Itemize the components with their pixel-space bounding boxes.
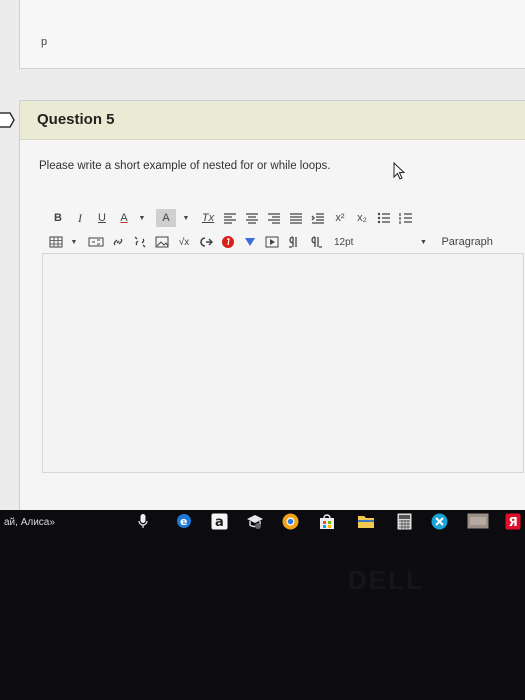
dell-logo: DELL	[348, 565, 424, 595]
align-left-icon[interactable]	[222, 209, 238, 227]
amazon-icon[interactable]: a	[211, 513, 228, 530]
media-dropdown-icon[interactable]	[242, 233, 258, 251]
edge-browser-icon[interactable]: e	[176, 513, 192, 529]
chrome-icon[interactable]	[282, 513, 299, 530]
table-icon[interactable]	[48, 233, 64, 251]
yandex-icon[interactable]: Я	[505, 513, 521, 530]
svg-text:e: e	[180, 515, 187, 528]
previous-answer-text: p	[41, 36, 48, 48]
align-center-icon[interactable]	[244, 209, 260, 227]
answer-editor[interactable]	[42, 253, 524, 473]
image-icon[interactable]	[154, 233, 170, 251]
question-header: Question 5	[20, 101, 525, 140]
taskbar-search-text[interactable]: ай, Алиса»	[4, 517, 55, 528]
mouse-pointer-icon	[393, 162, 406, 180]
sqrt-icon[interactable]: √x	[176, 233, 192, 251]
block-format-select[interactable]: Paragraph	[441, 233, 492, 251]
svg-text:Я: Я	[509, 515, 518, 529]
font-color-dropdown-icon[interactable]: ▼	[134, 209, 150, 227]
underline-button[interactable]: U	[94, 209, 110, 227]
bullet-list-icon[interactable]	[376, 209, 392, 227]
font-color-button[interactable]: A	[116, 209, 132, 227]
equation-icon[interactable]	[88, 233, 104, 251]
table-dropdown-icon[interactable]: ▼	[66, 233, 82, 251]
numbered-list-icon[interactable]	[398, 209, 414, 227]
highlight-dropdown-icon[interactable]: ▼	[178, 209, 194, 227]
grad-cap-icon[interactable]	[245, 513, 265, 530]
store-icon[interactable]	[318, 513, 336, 530]
question-title: Question 5	[37, 111, 115, 128]
editor-toolbar-row-1: B I U A ▼ A ▼ Tx x² x₂	[38, 208, 420, 228]
previous-question-card: p	[19, 0, 525, 69]
superscript-button[interactable]: x²	[332, 209, 348, 227]
link-icon[interactable]	[110, 233, 126, 251]
italic-button[interactable]: I	[72, 209, 88, 227]
block-format-dropdown-icon[interactable]: ▼	[415, 233, 431, 251]
font-size-select[interactable]: 12pt	[334, 233, 353, 251]
unlink-icon[interactable]	[132, 233, 148, 251]
microphone-icon[interactable]	[138, 513, 148, 529]
ltr-icon[interactable]	[286, 233, 302, 251]
media-icon[interactable]	[264, 233, 280, 251]
rtl-icon[interactable]	[308, 233, 324, 251]
indent-icon[interactable]	[310, 209, 326, 227]
editor-toolbar-row-2: ▼ √x 12pt ▼ Paragraph	[38, 232, 499, 252]
question-flag-icon[interactable]	[0, 111, 16, 129]
calculator-icon[interactable]	[397, 513, 412, 530]
embed-icon[interactable]	[198, 233, 214, 251]
screen: p Question 5 Please write a short exampl…	[0, 0, 525, 510]
record-icon[interactable]	[220, 233, 236, 251]
folder-icon[interactable]	[357, 513, 375, 529]
bold-button[interactable]: B	[50, 209, 66, 227]
align-justify-icon[interactable]	[288, 209, 304, 227]
subscript-button[interactable]: x₂	[354, 209, 370, 227]
question-card: Question 5 Please write a short example …	[19, 100, 525, 510]
question-prompt: Please write a short example of nested f…	[39, 160, 331, 172]
app-thumbnail-icon[interactable]	[467, 513, 489, 529]
highlight-button[interactable]: A	[156, 209, 176, 227]
messenger-icon[interactable]	[431, 513, 448, 530]
svg-text:a: a	[215, 515, 224, 530]
clear-format-button[interactable]: Tx	[200, 209, 216, 227]
align-right-icon[interactable]	[266, 209, 282, 227]
